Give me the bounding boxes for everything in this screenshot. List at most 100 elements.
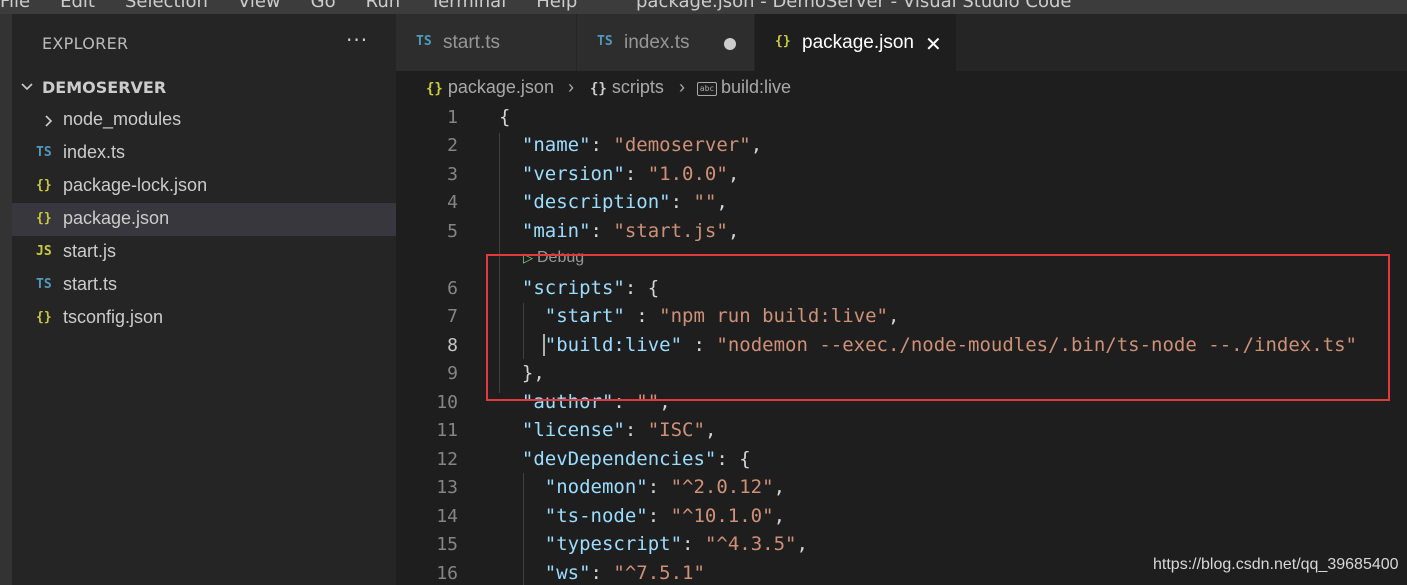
code-text: "devDependencies": { <box>499 448 751 470</box>
line-number: 13 <box>436 477 458 498</box>
tree-item-start-js[interactable]: JS start.js <box>12 236 396 269</box>
line-number: 12 <box>436 449 458 470</box>
tree-item-index-ts[interactable]: TS index.ts <box>12 137 396 170</box>
punctuation: : <box>624 163 648 185</box>
breadcrumb-build-live[interactable]: abc build:live <box>697 77 791 98</box>
punctuation <box>499 476 545 498</box>
punctuation: : <box>670 191 694 213</box>
punctuation: , <box>727 163 740 185</box>
punctuation <box>499 134 522 156</box>
json-key: "name" <box>521 134 591 156</box>
menu-edit[interactable]: Edit <box>60 0 95 12</box>
tab-package-json[interactable]: {} package.json ✕ <box>755 14 957 71</box>
activity-bar <box>0 14 12 585</box>
menu-file[interactable]: File <box>0 0 30 12</box>
code-text: "nodemon": "^2.0.12", <box>499 476 785 498</box>
code-text: "ts-node": "^10.1.0", <box>499 505 785 527</box>
object-icon: {} <box>590 81 607 97</box>
json-string: "^7.5.1" <box>613 562 705 584</box>
breadcrumb-scripts[interactable]: {} scripts <box>590 77 664 98</box>
punctuation <box>499 163 522 185</box>
punctuation: : <box>647 476 671 498</box>
tab-label: index.ts <box>624 32 690 53</box>
punctuation: { <box>499 106 511 128</box>
json-key: "nodemon" <box>544 476 648 498</box>
line-number: 2 <box>447 135 458 156</box>
menu-go[interactable]: Go <box>311 0 336 12</box>
code-text: "ws": "^7.5.1" <box>499 562 705 584</box>
punctuation: , <box>727 220 740 242</box>
json-file-icon: {} <box>36 310 52 325</box>
line-number: 4 <box>447 192 458 213</box>
breadcrumb: {} package.json › {} scripts › abc build:… <box>396 71 1407 105</box>
code-line[interactable]: 2 "name": "demoserver", <box>396 133 1407 161</box>
json-string: "" <box>693 191 717 213</box>
unsaved-dot-icon[interactable] <box>724 38 736 50</box>
punctuation: , <box>773 505 786 527</box>
menu-help[interactable]: Help <box>536 0 577 12</box>
menu-run[interactable]: Run <box>366 0 401 12</box>
code-line[interactable]: 14 "ts-node": "^10.1.0", <box>396 504 1407 532</box>
line-number: 7 <box>447 306 458 327</box>
json-key: "description" <box>521 191 671 213</box>
punctuation <box>499 448 522 470</box>
line-number: 3 <box>447 164 458 185</box>
highlight-box <box>486 254 1390 401</box>
breadcrumb-file-label: package.json <box>447 77 554 97</box>
json-key: "main" <box>521 220 591 242</box>
tree-item-package-json[interactable]: {} package.json <box>12 203 396 236</box>
tree-item-package-lock-json[interactable]: {} package-lock.json <box>12 170 396 203</box>
tab-label: package.json <box>802 32 914 53</box>
javascript-file-icon: JS <box>36 244 52 259</box>
tab-start-ts[interactable]: TS start.ts <box>396 14 577 71</box>
close-icon[interactable]: ✕ <box>925 32 942 56</box>
tree-item-start-ts[interactable]: TS start.ts <box>12 269 396 302</box>
code-text: "name": "demoserver", <box>499 134 762 156</box>
punctuation: : { <box>716 448 751 470</box>
tree-item-node-modules[interactable]: node_modules <box>12 104 396 137</box>
menu-terminal[interactable]: Terminal <box>430 0 506 12</box>
code-text: "version": "1.0.0", <box>499 163 739 185</box>
workspace-root[interactable]: DEMOSERVER <box>12 76 396 100</box>
punctuation: : <box>590 220 614 242</box>
punctuation <box>499 191 522 213</box>
code-line[interactable]: 4 "description": "", <box>396 190 1407 218</box>
chevron-right-icon: › <box>679 77 685 97</box>
tree-item-tsconfig-json[interactable]: {} tsconfig.json <box>12 302 396 335</box>
tree-item-label: start.ts <box>63 274 118 294</box>
punctuation: , <box>704 419 717 441</box>
tab-index-ts[interactable]: TS index.ts <box>577 14 755 71</box>
line-number: 10 <box>436 392 458 413</box>
typescript-file-icon: TS <box>416 34 432 49</box>
tree-item-label: start.js <box>63 241 117 261</box>
menu-view[interactable]: View <box>238 0 281 12</box>
line-number: 9 <box>447 363 458 384</box>
code-line[interactable]: 1{ <box>396 105 1407 133</box>
punctuation: : <box>682 533 705 555</box>
tree-item-label: package.json <box>63 208 170 228</box>
json-key: "typescript" <box>544 533 683 555</box>
code-line[interactable]: 13 "nodemon": "^2.0.12", <box>396 475 1407 503</box>
json-key: "ws" <box>544 562 591 584</box>
chevron-right-icon <box>45 115 53 127</box>
tree-item-label: tsconfig.json <box>63 307 164 327</box>
json-string: "^10.1.0" <box>670 505 774 527</box>
code-line[interactable]: 5 "main": "start.js", <box>396 219 1407 247</box>
code-text: "license": "ISC", <box>499 419 717 441</box>
more-actions-icon[interactable]: ··· <box>346 28 368 52</box>
workspace-root-label: DEMOSERVER <box>42 78 167 97</box>
line-number: 1 <box>447 107 458 128</box>
json-key: "ts-node" <box>544 505 648 527</box>
code-text: "main": "start.js", <box>499 220 739 242</box>
code-line[interactable]: 11 "license": "ISC", <box>396 418 1407 446</box>
breadcrumb-file[interactable]: {} package.json <box>426 77 554 98</box>
typescript-file-icon: TS <box>597 34 613 49</box>
code-line[interactable]: 3 "version": "1.0.0", <box>396 162 1407 190</box>
chevron-right-icon: › <box>568 77 574 97</box>
json-file-icon: {} <box>775 34 791 49</box>
code-line[interactable]: 12 "devDependencies": { <box>396 447 1407 475</box>
code-text: "description": "", <box>499 191 728 213</box>
line-number: 14 <box>436 506 458 527</box>
json-string: "ISC" <box>647 419 705 441</box>
menu-selection[interactable]: Selection <box>125 0 208 12</box>
